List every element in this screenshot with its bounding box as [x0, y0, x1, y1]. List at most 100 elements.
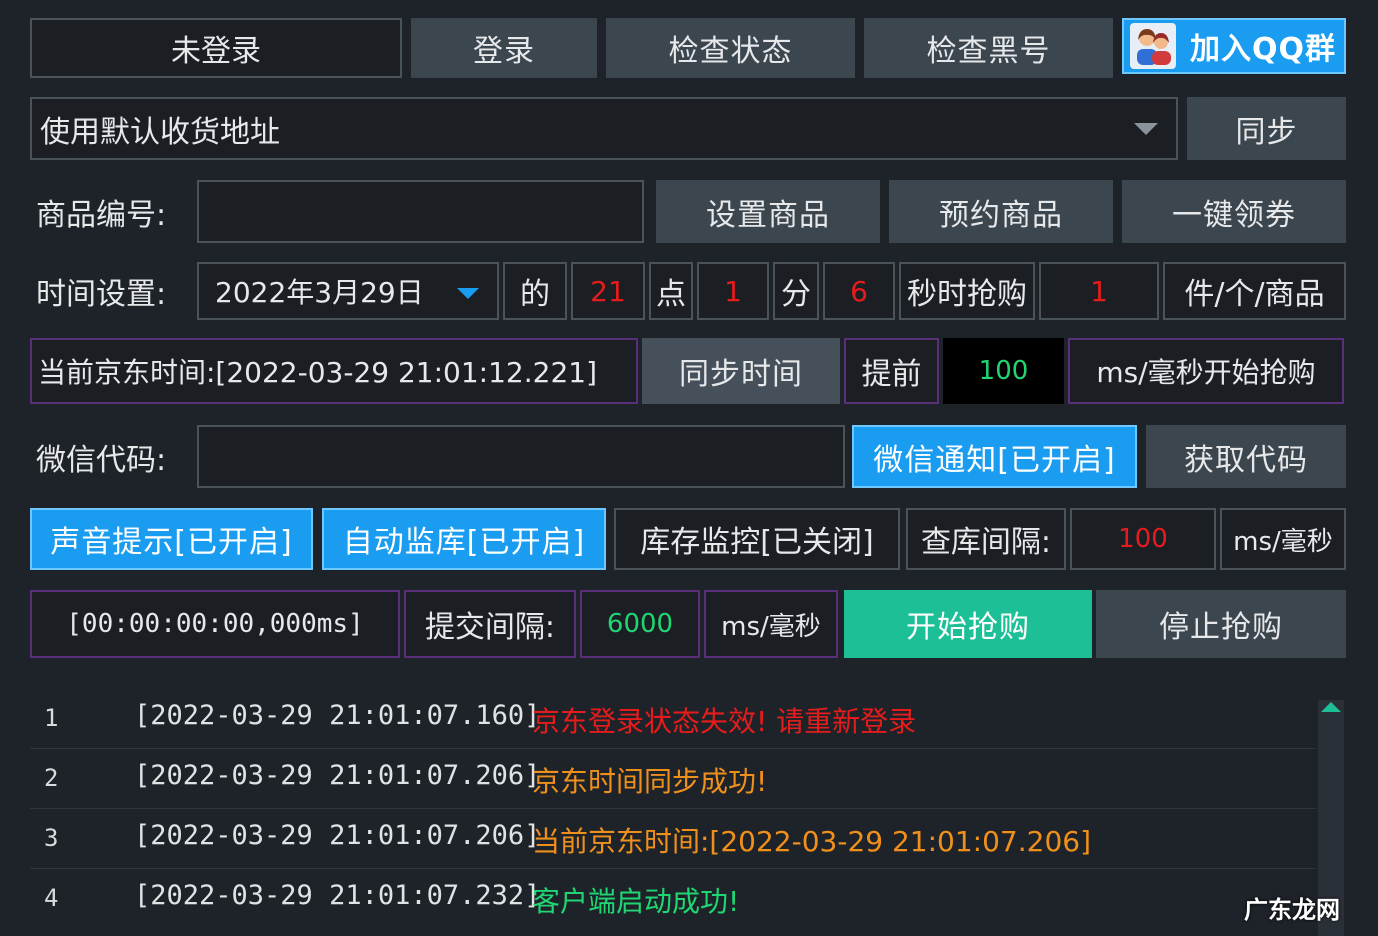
product-label: 商品编号: [36, 197, 167, 233]
quantity-value: 1 [1090, 274, 1108, 308]
check-interval-label-text: 查库间隔: [920, 525, 1052, 560]
log-index: 1 [44, 704, 59, 732]
advance-label: 提前 [844, 338, 939, 404]
log-row: 4 [2022-03-29 21:01:07.232] 客户端启动成功! [30, 870, 1316, 928]
advance-unit-text: ms/毫秒开始抢购 [1096, 356, 1316, 389]
auto-monitor-toggle-button[interactable]: 自动监库[已开启] [322, 508, 606, 570]
log-index: 3 [44, 824, 59, 852]
submit-interval-unit-text: ms/毫秒 [721, 611, 821, 642]
claim-coupon-label: 一键领券 [1172, 197, 1296, 233]
get-code-label: 获取代码 [1184, 442, 1308, 478]
stop-purchase-label: 停止抢购 [1159, 610, 1283, 645]
get-code-button[interactable]: 获取代码 [1146, 425, 1346, 488]
sound-toggle-button[interactable]: 声音提示[已开启] [30, 508, 313, 570]
submit-interval-value: 6000 [606, 609, 674, 639]
log-time: [2022-03-29 21:01:07.160] [134, 700, 541, 731]
log-row: 2 [2022-03-29 21:01:07.206] 京东时间同步成功! [30, 750, 1316, 809]
chevron-down-icon [1134, 123, 1158, 135]
stock-monitor-toggle-label: 库存监控[已关闭] [640, 525, 874, 560]
claim-coupon-button[interactable]: 一键领券 [1122, 180, 1346, 243]
check-interval-unit: ms/毫秒 [1220, 508, 1346, 570]
address-selected-text: 使用默认收货地址 [40, 114, 280, 150]
advance-ms-input[interactable]: 100 [943, 338, 1064, 404]
reserve-product-button[interactable]: 预约商品 [889, 180, 1113, 243]
second-value: 6 [850, 274, 868, 308]
check-blacklist-button[interactable]: 检查黑号 [864, 18, 1113, 78]
hour-value: 21 [590, 274, 626, 308]
login-button[interactable]: 登录 [411, 18, 597, 78]
wechat-code-input[interactable] [197, 425, 845, 488]
minute-value: 1 [724, 274, 742, 308]
auto-monitor-toggle-label: 自动监库[已开启] [342, 525, 586, 560]
log-message: 当前京东时间:[2022-03-29 21:01:07.206] [532, 825, 1092, 858]
set-product-label: 设置商品 [706, 197, 830, 233]
check-interval-label: 查库间隔: [906, 508, 1066, 570]
hour-label-text: 点 [656, 277, 686, 312]
quantity-unit: 件/个/商品 [1163, 262, 1346, 320]
run-timer: [00:00:00:00,000ms] [30, 590, 400, 658]
check-interval-input[interactable]: 100 [1070, 508, 1216, 570]
scroll-up-icon[interactable] [1321, 702, 1341, 712]
wechat-code-label: 微信代码: [36, 442, 167, 478]
wechat-notify-label: 微信通知[已开启] [873, 442, 1116, 478]
sync-time-label: 同步时间 [679, 357, 803, 392]
login-status-box: 未登录 [30, 18, 402, 78]
stock-monitor-toggle-button[interactable]: 库存监控[已关闭] [614, 508, 900, 570]
log-row: 3 [2022-03-29 21:01:07.206] 当前京东时间:[2022… [30, 810, 1316, 869]
start-purchase-button[interactable]: 开始抢购 [844, 590, 1092, 658]
wechat-notify-button[interactable]: 微信通知[已开启] [852, 425, 1137, 488]
log-message: 京东登录状态失效! 请重新登录 [532, 705, 917, 738]
jd-current-time: 当前京东时间:[2022-03-29 21:01:12.221] [30, 338, 638, 404]
minute-label-text: 分 [781, 277, 811, 312]
log-message: 客户端启动成功! [532, 885, 740, 918]
log-index: 2 [44, 764, 59, 792]
join-qq-button[interactable]: 加入QQ群 [1122, 18, 1346, 74]
submit-interval-unit: ms/毫秒 [704, 590, 838, 658]
minute-label: 分 [773, 262, 819, 320]
of-label: 的 [503, 262, 567, 320]
address-sync-button[interactable]: 同步 [1187, 97, 1346, 160]
check-status-button[interactable]: 检查状态 [606, 18, 855, 78]
hour-label: 点 [649, 262, 693, 320]
address-sync-label: 同步 [1235, 114, 1298, 150]
date-picker-value: 2022年3月29日 [215, 276, 424, 309]
quantity-unit-text: 件/个/商品 [1184, 277, 1325, 312]
date-picker[interactable]: 2022年3月29日 [197, 262, 499, 320]
log-time: [2022-03-29 21:01:07.232] [134, 880, 541, 911]
set-product-button[interactable]: 设置商品 [656, 180, 880, 243]
address-select[interactable]: 使用默认收货地址 [30, 97, 1178, 160]
login-button-label: 登录 [473, 34, 535, 69]
qq-group-icon [1130, 23, 1176, 69]
hour-input[interactable]: 21 [571, 262, 645, 320]
jd-current-time-text: 当前京东时间:[2022-03-29 21:01:12.221] [38, 356, 598, 389]
sound-toggle-label: 声音提示[已开启] [50, 525, 293, 560]
product-id-input[interactable] [197, 180, 644, 243]
watermark: 广东龙网 [1244, 896, 1340, 924]
join-qq-label: 加入QQ群 [1190, 32, 1337, 67]
log-time: [2022-03-29 21:01:07.206] [134, 820, 541, 851]
minute-input[interactable]: 1 [697, 262, 769, 320]
sync-time-button[interactable]: 同步时间 [642, 338, 840, 404]
advance-ms-value: 100 [978, 356, 1029, 386]
check-interval-value: 100 [1118, 524, 1168, 554]
run-timer-text: [00:00:00:00,000ms] [66, 609, 364, 639]
of-label-text: 的 [520, 277, 550, 312]
log-row: 1 [2022-03-29 21:01:07.160] 京东登录状态失效! 请重… [30, 690, 1316, 749]
log-index: 4 [44, 884, 59, 912]
log-list: 1 [2022-03-29 21:01:07.160] 京东登录状态失效! 请重… [0, 690, 1378, 936]
time-setting-label: 时间设置: [36, 277, 167, 312]
check-status-label: 检查状态 [668, 34, 793, 69]
log-message: 京东时间同步成功! [532, 765, 768, 798]
check-blacklist-label: 检查黑号 [926, 34, 1051, 69]
submit-interval-label-text: 提交间隔: [424, 610, 556, 645]
quantity-input[interactable]: 1 [1039, 262, 1159, 320]
log-time: [2022-03-29 21:01:07.206] [134, 760, 541, 791]
login-status-text: 未登录 [171, 34, 261, 69]
submit-interval-label: 提交间隔: [404, 590, 576, 658]
stop-purchase-button[interactable]: 停止抢购 [1096, 590, 1346, 658]
chevron-down-icon [457, 288, 479, 299]
second-input[interactable]: 6 [823, 262, 895, 320]
advance-unit: ms/毫秒开始抢购 [1068, 338, 1344, 404]
second-label-text: 秒时抢购 [907, 277, 1027, 312]
submit-interval-input[interactable]: 6000 [580, 590, 700, 658]
